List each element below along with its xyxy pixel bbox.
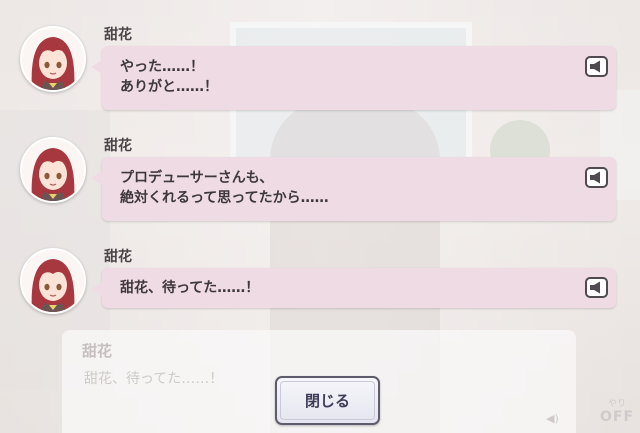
dialogue-line: プロデューサーさんも、: [120, 170, 274, 186]
dialogue-line: 甜花、待ってた……！: [120, 280, 260, 296]
character-avatar: [20, 137, 86, 203]
character-avatar: [20, 26, 86, 92]
voice-replay-button[interactable]: [585, 277, 608, 298]
underlying-sound-icon: ◀): [546, 412, 559, 425]
dialogue-bubble: やった……！ ありがと……！: [91, 46, 616, 110]
underlying-dialogue-text: 甜花、待ってた……！: [84, 371, 224, 387]
character-avatar: [20, 248, 86, 314]
dialogue-bubble: プロデューサーさんも、 絶対くれるって思ってたから……: [91, 157, 616, 221]
close-button[interactable]: 閉じる: [275, 376, 380, 425]
speaker-name: 甜花: [104, 27, 132, 43]
dialogue-bubble: 甜花、待ってた……！: [91, 268, 616, 308]
dialogue-line: やった……！: [120, 59, 204, 75]
voice-replay-button[interactable]: [585, 167, 608, 188]
speaker-icon: [590, 60, 600, 73]
dialogue-line: 絶対くれるって思ってたから……: [120, 190, 329, 206]
underlying-toggle-state: OFF: [600, 409, 635, 425]
voice-replay-button[interactable]: [585, 56, 608, 77]
backlog-screen: 甜花 甜花、待ってた……！ ◀) やり OFF 甜花 やった……！ ありがと………: [0, 0, 640, 433]
dialogue-line: ありがと……！: [120, 79, 218, 95]
speaker-name: 甜花: [104, 249, 132, 265]
speaker-name: 甜花: [104, 138, 132, 154]
speaker-icon: [590, 171, 600, 184]
underlying-speaker-name: 甜花: [82, 342, 113, 360]
underlying-toggle-label: やり OFF: [600, 398, 634, 424]
speaker-icon: [590, 281, 600, 294]
close-button-label: 閉じる: [304, 392, 350, 410]
